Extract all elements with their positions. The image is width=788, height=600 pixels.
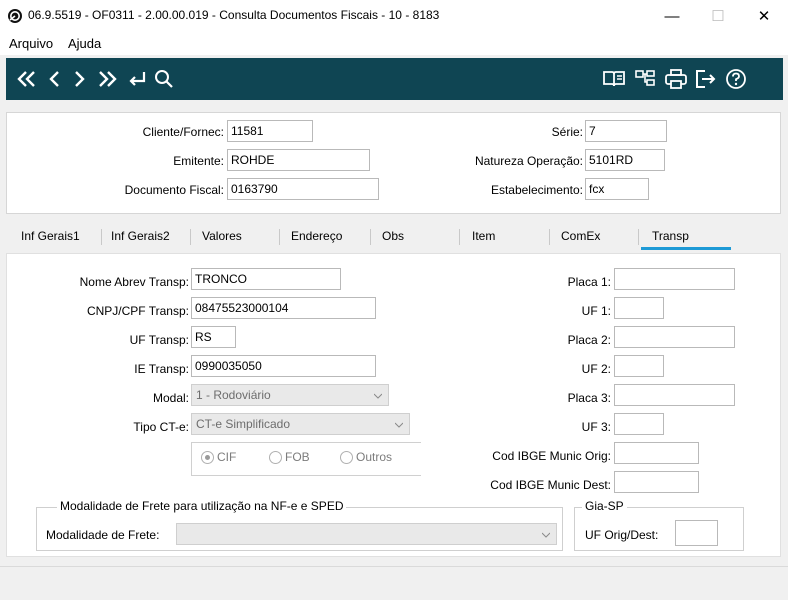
tab-inf-gerais1[interactable]: Inf Gerais1: [21, 229, 80, 243]
uf-orig-dest-field[interactable]: [675, 520, 718, 546]
gia-sp-group-title: Gia-SP: [582, 499, 627, 513]
uf3-label: UF 3:: [581, 420, 611, 434]
cnpj-cpf-transp-label: CNPJ/CPF Transp:: [86, 304, 189, 318]
next-record-icon[interactable]: [68, 58, 90, 100]
serie-field[interactable]: 7: [585, 120, 667, 142]
structure-icon[interactable]: [632, 58, 658, 100]
menu-ajuda[interactable]: Ajuda: [68, 36, 101, 51]
tipo-cte-label: Tipo CT-e:: [133, 420, 189, 434]
placa3-label: Placa 3:: [567, 391, 611, 405]
ie-transp-label: IE Transp:: [134, 362, 189, 376]
radio-cif[interactable]: CIF: [201, 450, 236, 464]
cod-ibge-dest-label: Cod IBGE Munic Dest:: [490, 478, 611, 492]
exit-icon[interactable]: [692, 58, 720, 100]
chevron-down-icon: [374, 393, 382, 399]
cod-ibge-dest-field[interactable]: [614, 471, 699, 493]
close-button[interactable]: ✕: [741, 0, 787, 32]
tab-inf-gerais2[interactable]: Inf Gerais2: [111, 229, 170, 243]
tab-valores[interactable]: Valores: [202, 229, 242, 243]
placa1-field[interactable]: [614, 268, 735, 290]
uf-transp-field[interactable]: RS: [191, 326, 236, 348]
uf2-field[interactable]: [614, 355, 664, 377]
tab-comex[interactable]: ComEx: [561, 229, 600, 243]
menu-bar: [0, 32, 788, 55]
uf1-field[interactable]: [614, 297, 664, 319]
modalidade-frete-label: Modalidade de Frete:: [46, 528, 160, 542]
tipo-cte-value: CT-e Simplificado: [196, 417, 291, 431]
tab-separator: [549, 229, 550, 245]
toolbar: [6, 58, 783, 100]
placa2-field[interactable]: [614, 326, 735, 348]
placa3-field[interactable]: [614, 384, 735, 406]
manual-book-icon[interactable]: [600, 58, 628, 100]
help-icon[interactable]: [722, 58, 750, 100]
uf1-label: UF 1:: [581, 304, 611, 318]
uf2-label: UF 2:: [581, 362, 611, 376]
tab-separator: [459, 229, 460, 245]
modal-value: 1 - Rodoviário: [196, 388, 271, 402]
tab-obs[interactable]: Obs: [382, 229, 404, 243]
tab-separator: [370, 229, 371, 245]
uf3-field[interactable]: [614, 413, 664, 435]
previous-record-icon[interactable]: [44, 58, 66, 100]
estabelecimento-field[interactable]: fcx: [585, 178, 649, 200]
estabelecimento-label: Estabelecimento:: [490, 183, 583, 197]
emitente-field[interactable]: ROHDE: [227, 149, 370, 171]
cnpj-cpf-transp-field[interactable]: 08475523000104: [191, 297, 376, 319]
freight-radio-group-top: [191, 442, 421, 443]
active-tab-indicator: [641, 247, 731, 250]
app-icon: [8, 9, 22, 23]
cliente-label: Cliente/Fornec:: [142, 125, 224, 139]
window-title: 06.9.5519 - OF0311 - 2.00.00.019 - Consu…: [28, 8, 440, 22]
menu-arquivo[interactable]: Arquivo: [9, 36, 53, 51]
tab-separator: [190, 229, 191, 245]
print-icon[interactable]: [662, 58, 690, 100]
placa2-label: Placa 2:: [567, 333, 611, 347]
first-record-icon[interactable]: [12, 58, 42, 100]
nome-abrev-transp-label: Nome Abrev Transp:: [79, 275, 189, 289]
uf-transp-label: UF Transp:: [129, 333, 189, 347]
radio-button-icon: [269, 450, 282, 464]
radio-fob-label: FOB: [285, 450, 310, 464]
chevron-down-icon: [395, 422, 403, 428]
modalidade-frete-select[interactable]: [176, 523, 557, 545]
last-record-icon[interactable]: [92, 58, 122, 100]
tab-separator: [279, 229, 280, 245]
tab-item[interactable]: Item: [472, 229, 495, 243]
tab-endereco[interactable]: Endereço: [291, 229, 342, 243]
search-icon[interactable]: [152, 58, 176, 100]
emitente-label: Emitente:: [173, 154, 224, 168]
radio-button-icon: [201, 450, 214, 464]
natureza-operacao-label: Natureza Operação:: [474, 154, 583, 168]
cod-ibge-orig-label: Cod IBGE Munic Orig:: [492, 449, 611, 463]
minimize-button[interactable]: —: [649, 0, 695, 32]
maximize-button[interactable]: ☐: [695, 0, 741, 32]
ie-transp-field[interactable]: 0990035050: [191, 355, 376, 377]
cod-ibge-orig-field[interactable]: [614, 442, 699, 464]
cliente-field[interactable]: 11581: [227, 120, 313, 142]
radio-button-icon: [340, 450, 353, 464]
radio-outros-label: Outros: [356, 450, 393, 464]
chevron-down-icon: [542, 532, 550, 538]
tipo-cte-select[interactable]: CT-e Simplificado: [191, 413, 410, 435]
return-icon[interactable]: [124, 58, 150, 100]
radio-cif-label: CIF: [217, 450, 237, 464]
documento-fiscal-label: Documento Fiscal:: [124, 183, 224, 197]
status-bar: [0, 566, 788, 600]
modal-label: Modal:: [152, 391, 189, 405]
nome-abrev-transp-field[interactable]: TRONCO: [191, 268, 341, 290]
uf-orig-dest-label: UF Orig/Dest:: [585, 528, 659, 542]
tab-separator: [638, 229, 639, 245]
serie-label: Série:: [551, 125, 583, 139]
placa1-label: Placa 1:: [567, 275, 611, 289]
modalidade-frete-group-title: Modalidade de Frete para utilização na N…: [57, 499, 347, 513]
documento-fiscal-field[interactable]: 0163790: [227, 178, 379, 200]
natureza-operacao-field[interactable]: 5101RD: [585, 149, 665, 171]
modal-select[interactable]: 1 - Rodoviário: [191, 384, 389, 406]
tab-transp[interactable]: Transp: [652, 229, 689, 243]
radio-fob[interactable]: FOB: [269, 450, 310, 464]
tab-separator: [101, 229, 102, 245]
radio-outros[interactable]: Outros: [340, 450, 392, 464]
